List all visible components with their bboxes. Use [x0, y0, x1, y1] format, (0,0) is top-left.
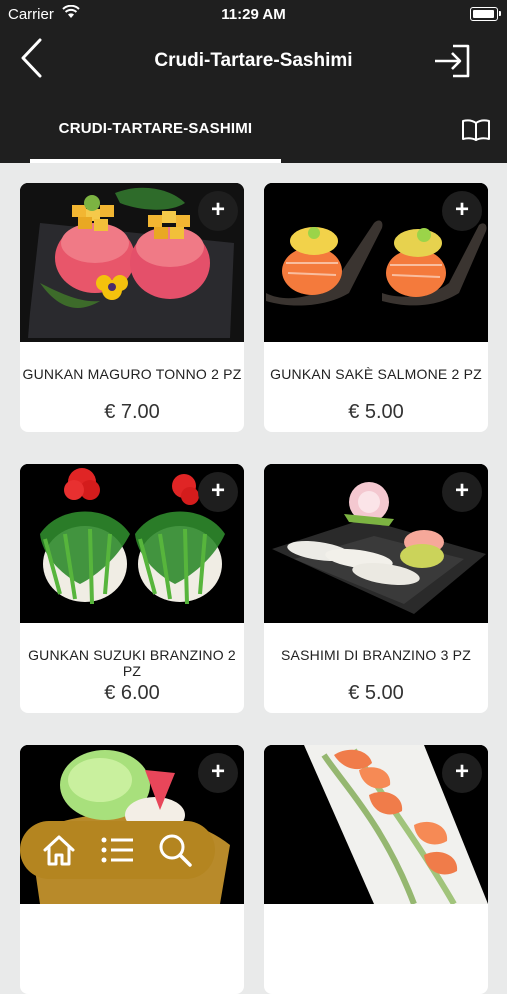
book-icon[interactable]	[461, 118, 491, 142]
home-icon[interactable]	[42, 833, 76, 867]
add-to-cart-button[interactable]: +	[442, 191, 482, 231]
product-price: € 7.00	[104, 401, 160, 423]
list-icon[interactable]	[100, 833, 134, 867]
page-title: Crudi-Tartare-Sashimi	[154, 50, 353, 71]
product-grid: + GUNKAN MAGURO TONNO 2 PZ € 7.00 + GUNK…	[0, 163, 507, 994]
product-price: € 6.00	[104, 682, 160, 704]
product-card[interactable]: + GUNKAN SUZUKI BRANZINO 2 PZ € 6.00	[20, 464, 244, 713]
status-bar: Carrier 11:29 AM	[0, 0, 507, 28]
product-name: GUNKAN MAGURO TONNO 2 PZ	[22, 366, 242, 382]
product-price: € 5.00	[348, 401, 404, 423]
product-name: SASHIMI DI BRANZINO 3 PZ	[281, 647, 471, 663]
tab-crudi-tartare-sashimi[interactable]: CRUDI-TARTARE-SASHIMI	[30, 112, 281, 163]
product-name: GUNKAN SAKÈ SALMONE 2 PZ	[270, 366, 482, 382]
product-card[interactable]: +	[264, 745, 488, 994]
product-price: € 5.00	[348, 682, 404, 704]
add-to-cart-button[interactable]: +	[442, 472, 482, 512]
product-card[interactable]: + GUNKAN MAGURO TONNO 2 PZ € 7.00	[20, 183, 244, 432]
status-time: 11:29 AM	[221, 6, 286, 23]
battery-icon	[470, 7, 501, 21]
bottom-action-bar	[20, 821, 215, 879]
add-to-cart-button[interactable]: +	[442, 753, 482, 793]
add-to-cart-button[interactable]: +	[198, 191, 238, 231]
add-to-cart-button[interactable]: +	[198, 753, 238, 793]
login-arrow-icon	[435, 44, 470, 78]
login-button[interactable]	[433, 42, 473, 80]
product-name: GUNKAN SUZUKI BRANZINO 2 PZ	[28, 647, 236, 679]
tab-label: CRUDI-TARTARE-SASHIMI	[58, 120, 253, 137]
search-icon[interactable]	[158, 833, 192, 867]
app-header: Carrier 11:29 AM Crudi-Tartare-Sashimi C…	[0, 0, 507, 163]
product-card[interactable]: + SASHIMI DI BRANZINO 3 PZ € 5.00	[264, 464, 488, 713]
product-card[interactable]: + GUNKAN SAKÈ SALMONE 2 PZ € 5.00	[264, 183, 488, 432]
add-to-cart-button[interactable]: +	[198, 472, 238, 512]
